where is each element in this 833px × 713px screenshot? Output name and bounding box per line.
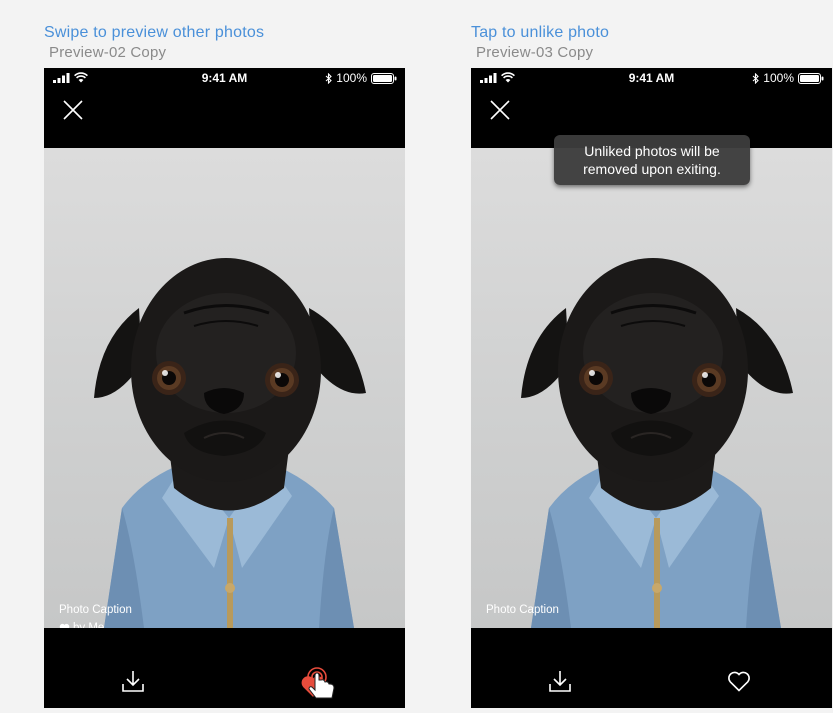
status-right: 100%	[325, 71, 397, 85]
like-button[interactable]	[727, 670, 751, 694]
battery-percent: 100%	[336, 71, 367, 85]
photo-caption: Photo Caption	[59, 604, 132, 616]
artboard-subtitle: Preview-03 Copy	[476, 44, 594, 61]
battery-icon	[371, 72, 397, 84]
photo-pug-in-denim-jacket[interactable]	[44, 148, 405, 628]
download-icon	[549, 671, 571, 692]
bottom-toolbar	[471, 628, 832, 708]
download-icon	[122, 671, 144, 692]
battery-icon	[798, 72, 824, 84]
close-icon	[490, 100, 510, 120]
bottom-toolbar	[44, 628, 405, 708]
heart-outline-icon	[728, 671, 750, 692]
toast-line-1: Unliked photos will be	[584, 143, 720, 159]
photo-pug-in-denim-jacket[interactable]	[471, 148, 832, 628]
artboard-title: Tap to unlike photo	[471, 24, 610, 41]
close-button[interactable]	[62, 99, 84, 121]
pug-photo-illustration	[521, 258, 793, 628]
download-button[interactable]	[547, 668, 573, 694]
bluetooth-icon	[752, 72, 760, 84]
unlike-toast: Unliked photos will be removed upon exit…	[554, 135, 750, 185]
toast-line-2: removed upon exiting.	[583, 161, 721, 177]
phone-screen: 9:41 AM 100%	[44, 68, 405, 708]
status-bar: 9:41 AM 100%	[471, 68, 832, 88]
status-right: 100%	[752, 71, 824, 85]
download-button[interactable]	[120, 668, 146, 694]
photo-caption: Photo Caption	[486, 604, 559, 616]
pug-photo-illustration	[94, 258, 366, 628]
battery-percent: 100%	[763, 71, 794, 85]
phone-screen: 9:41 AM 100%	[471, 68, 832, 708]
bluetooth-icon	[325, 72, 333, 84]
artboard-subtitle: Preview-02 Copy	[49, 44, 167, 61]
status-bar: 9:41 AM 100%	[44, 68, 405, 88]
like-button[interactable]	[298, 666, 338, 706]
close-button[interactable]	[489, 99, 511, 121]
close-icon	[63, 100, 83, 120]
tap-hand-icon	[307, 667, 335, 699]
artboard-title: Swipe to preview other photos	[44, 24, 265, 41]
